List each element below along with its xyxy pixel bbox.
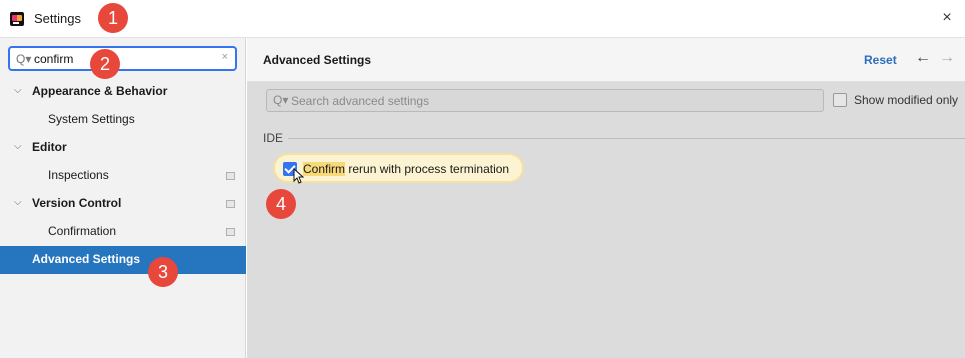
tree-item-editor[interactable]: ⌵ Editor — [0, 134, 246, 162]
tree-item-label: Editor — [32, 140, 67, 154]
advanced-search-box[interactable]: Q▾ — [266, 89, 824, 112]
tree-item-label: Appearance & Behavior — [32, 84, 168, 98]
mouse-pointer-icon — [293, 168, 305, 184]
option-label-rest: rerun with process termination — [345, 162, 510, 176]
chevron-down-icon[interactable]: ⌵ — [14, 141, 22, 152]
tree-item-advanced-settings[interactable]: Advanced Settings — [0, 246, 246, 274]
app-logo-icon — [10, 12, 24, 26]
step-badge-2: 2 — [90, 49, 120, 79]
tree-item-label: Advanced Settings — [32, 252, 141, 266]
modified-marker-icon — [226, 200, 235, 208]
settings-content: Advanced Settings Reset ← → Q▾ Show modi… — [247, 38, 965, 358]
section-divider — [288, 138, 965, 139]
step-badge-3: 3 — [148, 257, 178, 287]
settings-sidebar: Q▾ × ⌵ Appearance & Behavior System Sett… — [0, 38, 246, 358]
step-badge-4: 4 — [266, 189, 296, 219]
search-icon[interactable]: Q▾ — [16, 52, 32, 66]
step-badge-1: 1 — [98, 3, 128, 33]
settings-search-box[interactable]: Q▾ × — [8, 46, 237, 71]
window-title: Settings — [34, 11, 81, 26]
show-modified-checkbox[interactable] — [833, 93, 847, 107]
tree-item-label: Version Control — [32, 196, 122, 210]
chevron-down-icon[interactable]: ⌵ — [14, 85, 22, 96]
reset-button[interactable]: Reset — [864, 53, 897, 67]
modified-marker-icon — [226, 172, 235, 180]
forward-arrow-icon[interactable]: → — [939, 49, 955, 67]
modified-marker-icon — [226, 228, 235, 236]
tree-item-label: System Settings — [48, 112, 135, 126]
option-confirm-rerun[interactable]: Confirm rerun with process termination — [273, 153, 524, 184]
tree-item-label: Inspections — [48, 168, 109, 182]
tree-item-label: Confirmation — [48, 224, 117, 238]
tree-item-system-settings[interactable]: System Settings — [0, 106, 246, 134]
search-icon[interactable]: Q▾ — [273, 93, 288, 107]
chevron-down-icon[interactable]: ⌵ — [14, 197, 22, 208]
advanced-search-input[interactable] — [291, 93, 811, 108]
tree-item-version-control[interactable]: ⌵ Version Control — [0, 190, 246, 218]
clear-search-icon[interactable]: × — [222, 51, 228, 63]
tree-item-confirmation[interactable]: Confirmation — [0, 218, 246, 246]
content-header: Advanced Settings Reset ← → — [247, 38, 965, 82]
title-bar: Settings × — [0, 0, 965, 38]
show-modified-only-toggle[interactable]: Show modified only — [833, 92, 958, 108]
section-title: IDE — [263, 131, 284, 145]
back-arrow-icon[interactable]: ← — [915, 49, 931, 67]
close-icon[interactable]: × — [937, 8, 957, 28]
show-modified-label: Show modified only — [854, 93, 959, 107]
tree-item-appearance-behavior[interactable]: ⌵ Appearance & Behavior — [0, 78, 246, 106]
search-match-highlight: Confirm — [303, 162, 346, 176]
page-title: Advanced Settings — [263, 53, 372, 67]
tree-item-inspections[interactable]: Inspections — [0, 162, 246, 190]
option-label: Confirm rerun with process termination — [303, 162, 509, 176]
